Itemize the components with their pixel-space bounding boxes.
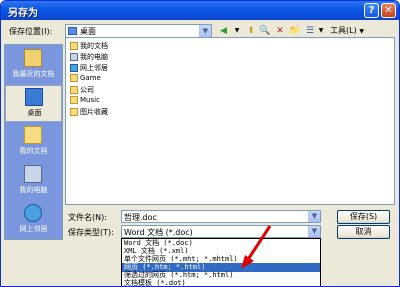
save-as-dialog: 另存为 ? ✕ 保存位置(I): 桌面 ▼ ◀ ▼ ⬆ 🔍 ✕ 📁 ☰ ▼ 工具… [0, 0, 400, 287]
list-item[interactable]: Music [70, 96, 100, 106]
desktop-icon [25, 88, 43, 106]
chevron-down-icon[interactable]: ▼ [199, 25, 211, 37]
place-label: 我最近的文档 [12, 70, 55, 78]
list-item[interactable]: 公司 [70, 85, 94, 95]
folder-icon [70, 108, 78, 116]
file-name: Music [80, 96, 100, 104]
file-name: 我的电脑 [80, 53, 108, 61]
network-icon [70, 64, 78, 72]
my-documents-icon [24, 126, 42, 144]
places-bar: 我最近的文档 桌面 我的文档 我的电脑 网上邻居 [4, 44, 63, 240]
my-computer-icon [24, 165, 42, 183]
place-recent-documents[interactable]: 我最近的文档 [5, 47, 62, 84]
chevron-down-icon[interactable]: ▼ [308, 226, 320, 237]
dropdown-option[interactable]: 文档模板 (*.dot) [122, 279, 320, 286]
place-label: 我的电脑 [19, 186, 48, 194]
filetype-label: 保存类型(T): [68, 228, 114, 237]
save-location-value: 桌面 [80, 27, 96, 36]
tools-menu-label: 工具(L) [330, 26, 357, 35]
folder-icon [70, 74, 78, 82]
filename-input[interactable]: 哲理.doc ▼ [121, 210, 321, 223]
tools-dropdown-icon: ▼ [359, 28, 364, 35]
network-icon [24, 204, 42, 222]
list-item[interactable]: 我的电脑 [70, 52, 108, 62]
file-name: 网上邻居 [80, 64, 108, 72]
back-dropdown-icon[interactable]: ▼ [233, 24, 241, 38]
views-dropdown-icon[interactable]: ▼ [317, 24, 325, 38]
file-name: 图片收藏 [80, 108, 108, 116]
place-label: 桌面 [27, 109, 42, 117]
file-name: 公司 [80, 86, 94, 94]
save-location-label: 保存位置(I): [9, 27, 53, 36]
filename-value: 哲理.doc [124, 213, 157, 222]
list-item[interactable]: 图片收藏 [70, 107, 108, 117]
save-button[interactable]: 保存(S) [337, 210, 390, 224]
filetype-value: Word 文档 (*.doc) [124, 228, 193, 237]
file-list[interactable]: 我的文档 我的电脑 网上邻居 Game 公司 Music 图片收藏 [65, 37, 395, 205]
back-icon[interactable]: ◀ [217, 24, 230, 38]
place-label: 我的文档 [19, 147, 48, 155]
save-location-select[interactable]: 桌面 ▼ [65, 24, 212, 38]
views-icon[interactable]: ☰ [304, 24, 316, 38]
place-network[interactable]: 网上邻居 [5, 202, 62, 239]
folder-icon [70, 96, 78, 104]
place-label: 网上邻居 [19, 225, 48, 233]
computer-icon [70, 53, 78, 61]
annotation-arrow-icon [241, 225, 272, 269]
place-my-documents[interactable]: 我的文档 [5, 124, 62, 161]
new-folder-icon[interactable]: 📁 [289, 24, 301, 38]
filetype-select[interactable]: Word 文档 (*.doc) ▼ [121, 225, 321, 238]
tools-menu[interactable]: 工具(L) ▼ [328, 24, 366, 38]
place-my-computer[interactable]: 我的电脑 [5, 163, 62, 200]
list-item[interactable]: 网上邻居 [70, 63, 108, 73]
file-name: Game [80, 74, 101, 82]
up-folder-icon[interactable]: ⬆ [245, 24, 257, 38]
list-item[interactable]: Game [70, 74, 101, 84]
folder-icon [70, 42, 78, 50]
search-web-icon[interactable]: 🔍 [259, 24, 271, 38]
file-name: 我的文档 [80, 42, 108, 50]
desktop-icon [68, 27, 77, 35]
list-item[interactable]: 我的文档 [70, 41, 108, 51]
place-desktop[interactable]: 桌面 [5, 85, 62, 122]
close-button[interactable]: ✕ [381, 3, 396, 18]
delete-icon[interactable]: ✕ [274, 24, 286, 38]
filetype-dropdown-list[interactable]: Word 文档 (*.doc) XML 文档 (*.xml) 单个文件网页 (*… [121, 238, 321, 286]
cancel-button[interactable]: 取消 [337, 225, 390, 239]
dialog-title: 另存为 [8, 8, 38, 19]
folder-icon [70, 86, 78, 94]
recent-documents-icon [24, 49, 42, 67]
chevron-down-icon[interactable]: ▼ [308, 211, 320, 222]
filename-label: 文件名(N): [68, 213, 107, 222]
title-bar[interactable]: 另存为 ? ✕ [1, 1, 399, 20]
help-button[interactable]: ? [364, 3, 379, 18]
